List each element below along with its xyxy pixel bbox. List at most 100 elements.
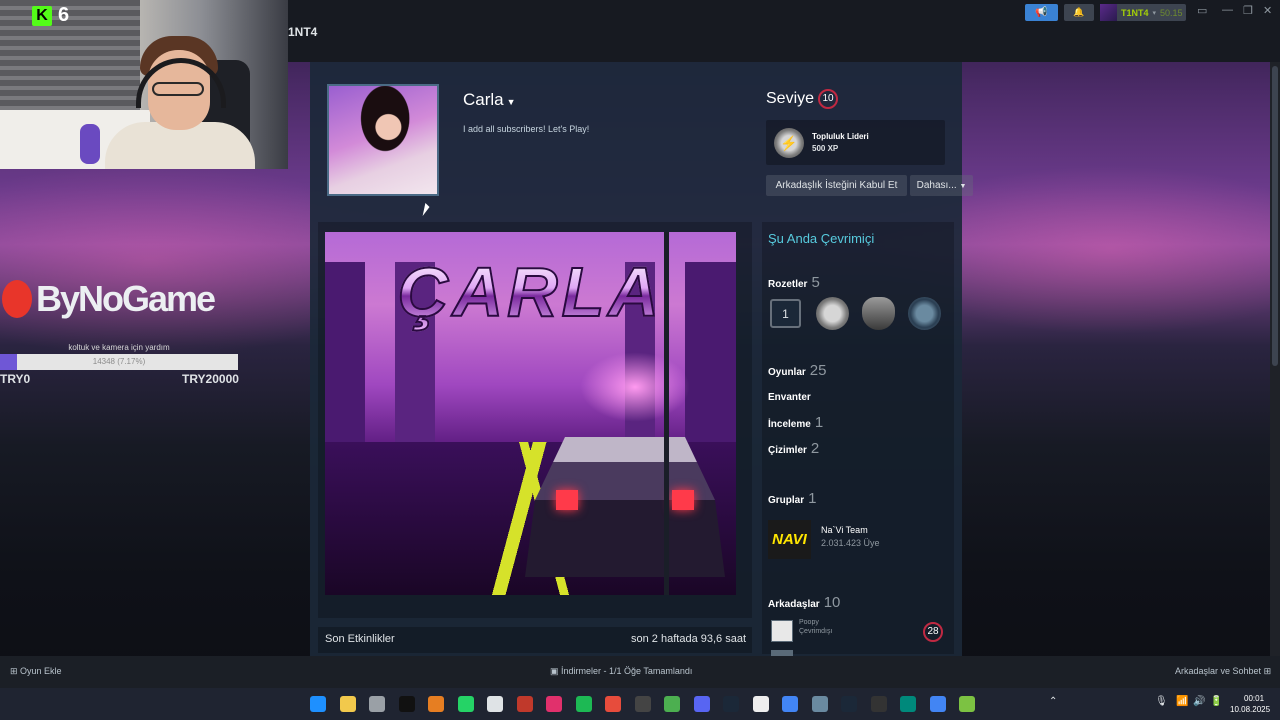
profile-name-dropdown[interactable]: Carla ▼	[463, 90, 516, 110]
download-icon: ▣	[550, 666, 562, 676]
discord-icon[interactable]	[693, 696, 710, 712]
microphone-icon[interactable]: 🎙	[1155, 696, 1168, 707]
meet-icon[interactable]	[900, 696, 916, 712]
whatsapp-icon[interactable]	[457, 696, 474, 712]
spotify-icon[interactable]	[575, 696, 592, 712]
badge-emblem-icon[interactable]	[908, 297, 941, 330]
favorite-badge[interactable]: ⚡ Topluluk Lideri 500 XP	[766, 120, 945, 165]
friends-link[interactable]: Arkadaşlar 10	[768, 594, 840, 611]
groups-link[interactable]: Gruplar 1	[768, 490, 816, 507]
reviews-count: 1	[814, 414, 824, 431]
accept-friend-request-button[interactable]: Arkadaşlık İsteğini Kabul Et	[766, 175, 907, 196]
profile-name: Carla	[463, 90, 504, 109]
volume-icon[interactable]: 🔊	[1193, 696, 1205, 707]
scrollbar[interactable]	[1270, 62, 1280, 656]
badges-link[interactable]: Rozetler 5	[768, 274, 820, 291]
downloads-status[interactable]: ▣ İndirmeler - 1/1 Öğe Tamamlandı	[550, 666, 692, 677]
epic-icon[interactable]	[634, 696, 651, 712]
badge-helmet-icon[interactable]	[862, 297, 895, 330]
friends-chat-label: Arkadaşlar ve Sohbet	[1175, 666, 1262, 676]
add-game-button[interactable]: ⊞ Oyun Ekle	[10, 666, 62, 677]
clock-time[interactable]: 00:01	[1244, 694, 1264, 703]
friend-status: Çevrimdışı	[799, 628, 833, 635]
donation-goal-progress: 14348 (7.17%)	[92, 357, 146, 366]
announcement-button[interactable]: 📢	[1025, 4, 1058, 21]
windows-start-icon[interactable]	[310, 696, 326, 712]
scrollbar-thumb[interactable]	[1272, 66, 1278, 366]
instagram-icon[interactable]	[546, 696, 562, 712]
viewer-count: 6	[58, 4, 70, 26]
chevron-down-icon: ▼	[506, 97, 516, 107]
badges-label: Rozetler	[768, 279, 808, 290]
recent-activity-header: Son Etkinlikler son 2 haftada 93,6 saat	[318, 627, 752, 653]
store-icon[interactable]	[339, 696, 356, 712]
badge-community-leader-icon[interactable]	[816, 297, 849, 330]
app2-icon[interactable]	[811, 696, 828, 712]
tiktok-icon[interactable]	[398, 696, 415, 712]
profile-avatar[interactable]	[327, 84, 439, 196]
obs-icon[interactable]	[870, 696, 887, 712]
artwork-glow	[580, 352, 690, 422]
level-badge[interactable]: 10	[818, 89, 838, 109]
bynogame-icon	[2, 280, 32, 318]
friend-level-badge: 28	[923, 622, 943, 642]
viewer-counter: K 6	[32, 4, 69, 27]
donation-goal-max: TRY20000	[182, 372, 239, 386]
donation-goal-caption: koltuk ve kamera için yardım	[68, 343, 170, 352]
group-members: 2.031.423 Üye	[821, 538, 880, 548]
big-picture-icon[interactable]: ▭	[1197, 4, 1207, 17]
clock-date[interactable]: 10.08.2025	[1230, 705, 1270, 714]
microphone	[80, 124, 100, 164]
close-icon[interactable]: ✕	[1263, 4, 1272, 17]
community-leader-badge-icon: ⚡	[774, 128, 804, 158]
play-icon[interactable]	[959, 696, 975, 712]
sponsor-name: ByNoGame	[36, 278, 216, 319]
navi-group-logo[interactable]: NAVI	[768, 520, 811, 559]
recent-activity-hours: son 2 haftada 93,6 saat	[631, 633, 746, 645]
games-count: 25	[809, 362, 827, 379]
artworks-count: 2	[810, 440, 820, 457]
maximize-icon[interactable]: ❐	[1243, 4, 1253, 17]
wallet-balance: 50.15	[1160, 7, 1183, 18]
minecraft-icon[interactable]	[664, 696, 680, 712]
donation-goal-min: TRY0	[0, 372, 31, 386]
minimize-icon[interactable]: —	[1222, 4, 1233, 16]
steam-icon[interactable]	[723, 696, 739, 712]
games-link[interactable]: Oyunlar 25	[768, 362, 826, 379]
steam2-icon[interactable]	[841, 696, 857, 712]
artwork-title: ÇARLA	[325, 252, 736, 332]
user-account-button[interactable]: T1NT4 ▾ 50.15	[1100, 4, 1186, 21]
settings-icon[interactable]	[369, 696, 385, 712]
online-status: Şu Anda Çevrimiçi	[768, 231, 875, 246]
recent-activity-label: Son Etkinlikler	[325, 633, 395, 645]
car-tail-light-left	[556, 490, 578, 510]
friend-name[interactable]: Poopy	[799, 619, 819, 626]
chrome-icon[interactable]	[782, 696, 798, 712]
chrome2-icon[interactable]	[929, 696, 946, 712]
friends-chat-button[interactable]: Arkadaşlar ve Sohbet ⊞	[1175, 666, 1271, 677]
headphones-icon[interactable]	[487, 696, 503, 712]
group-name[interactable]: Na`Vi Team	[821, 525, 868, 535]
app-icon[interactable]	[516, 696, 533, 712]
chat-icon: ⊞	[1261, 666, 1272, 676]
badge-years-icon[interactable]: 1	[770, 299, 801, 328]
battery-icon[interactable]: 🔋	[1210, 696, 1222, 707]
chevron-up-icon[interactable]: ⌃	[1049, 696, 1057, 707]
artworks-link[interactable]: Çizimler 2	[768, 440, 819, 457]
more-button-label: Dahası...	[916, 180, 957, 191]
sponsor-logo: ByNoGame	[2, 278, 216, 320]
chat-icon[interactable]	[605, 696, 621, 712]
add-game-label: Oyun Ekle	[20, 666, 62, 676]
kick-icon: K	[32, 5, 52, 26]
inventory-link[interactable]: Envanter	[768, 392, 811, 403]
friend-avatar[interactable]	[771, 620, 793, 642]
tw-icon[interactable]	[752, 696, 769, 712]
wifi-icon[interactable]: 📶	[1176, 696, 1188, 707]
reviews-link[interactable]: İnceleme 1	[768, 414, 823, 431]
favorite-badge-title: Topluluk Lideri	[812, 132, 869, 141]
cloud-icon[interactable]	[428, 696, 444, 712]
notification-bell-icon[interactable]: 🔔	[1064, 4, 1094, 21]
chevron-down-icon: ▼	[959, 183, 967, 190]
more-dropdown-button[interactable]: Dahası... ▼	[910, 175, 973, 196]
artwork-image[interactable]: ÇARLA	[325, 232, 736, 595]
